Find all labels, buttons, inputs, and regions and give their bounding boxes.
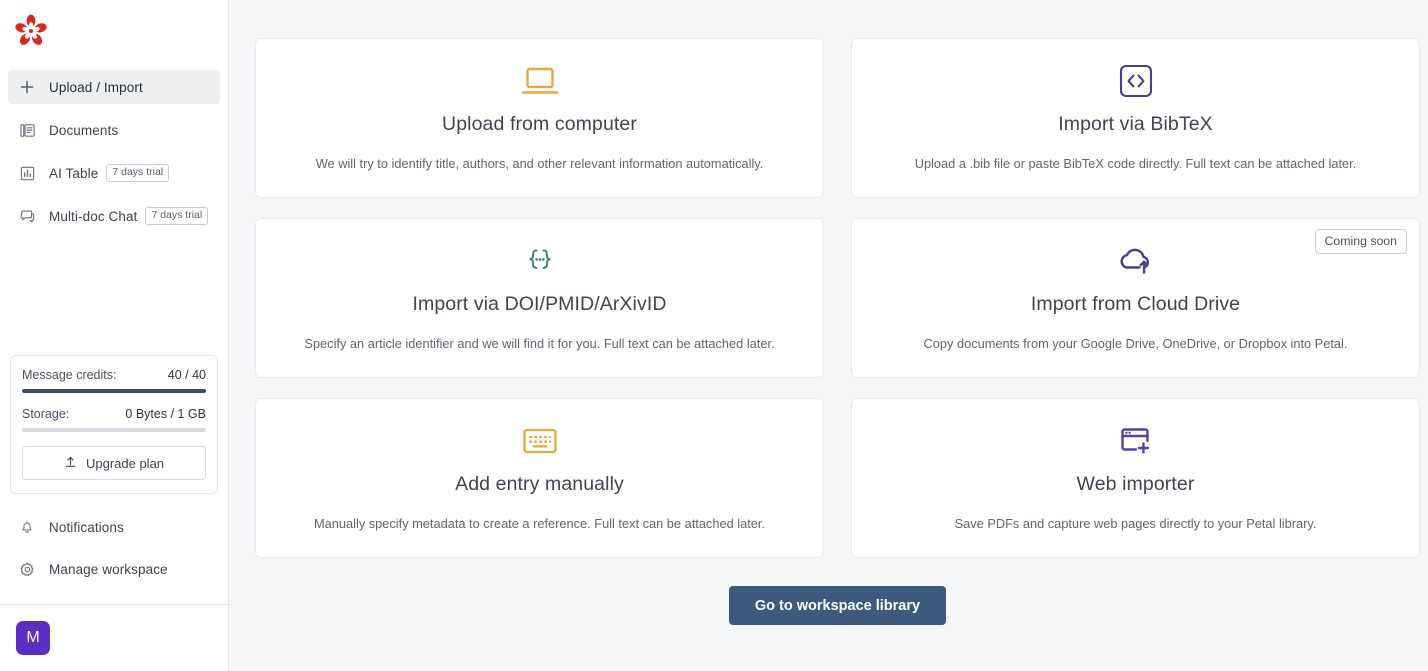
sidebar-item-label: Manage workspace (49, 562, 168, 577)
avatar[interactable]: M (16, 621, 50, 655)
sidebar-item-upload-import[interactable]: Upload / Import (8, 70, 220, 104)
sidebar-item-label: Multi-doc Chat (49, 209, 137, 224)
upload-arrow-icon (64, 455, 77, 471)
card-description: Upload a .bib file or paste BibTeX code … (899, 156, 1373, 171)
card-title: Import via DOI/PMID/ArXivID (412, 293, 666, 316)
sidebar-bottom-links: Notifications Manage workspace (0, 494, 228, 604)
card-description: Manually specify metadata to create a re… (298, 516, 781, 531)
sidebar: Upload / Import Documents (0, 0, 229, 671)
card-add-entry-manually[interactable]: Add entry manually Manually specify meta… (255, 398, 824, 558)
upgrade-plan-label: Upgrade plan (86, 456, 164, 471)
sidebar-item-label: Notifications (49, 520, 124, 535)
card-description: Save PDFs and capture web pages directly… (939, 516, 1333, 531)
card-title: Import from Cloud Drive (1031, 293, 1240, 316)
sidebar-item-documents[interactable]: Documents (8, 113, 220, 147)
usage-card: Message credits: 40 / 40 Storage: 0 Byte… (10, 355, 218, 494)
sidebar-item-multi-doc-chat[interactable]: Multi-doc Chat 7 days trial (8, 199, 220, 233)
petal-flower-logo-icon (14, 14, 48, 48)
coming-soon-badge: Coming soon (1315, 229, 1407, 254)
sidebar-item-label: Documents (49, 123, 118, 138)
sidebar-nav: Upload / Import Documents (0, 70, 228, 242)
card-title: Web importer (1077, 473, 1195, 496)
bar-chart-box-icon (18, 164, 36, 182)
browser-window-plus-icon (1117, 421, 1155, 461)
storage-row: Storage: 0 Bytes / 1 GB (22, 407, 206, 421)
trial-badge: 7 days trial (106, 164, 169, 182)
message-credits-progress (22, 389, 206, 393)
message-credits-progress-fill (22, 389, 206, 393)
laptop-icon (520, 61, 560, 101)
card-description: We will try to identify title, authors, … (300, 156, 780, 171)
cta-container: Go to workspace library (255, 586, 1420, 625)
sidebar-spacer (0, 242, 228, 355)
bell-icon (18, 518, 36, 536)
storage-progress (22, 428, 206, 432)
app-logo[interactable] (0, 0, 228, 62)
code-brackets-box-icon (1117, 61, 1155, 101)
storage-label: Storage: (22, 407, 69, 421)
card-title: Import via BibTeX (1058, 113, 1213, 136)
sidebar-footer: M (0, 604, 228, 671)
sidebar-item-ai-table[interactable]: AI Table 7 days trial (8, 156, 220, 190)
trial-badge: 7 days trial (145, 207, 208, 225)
chat-bubbles-icon (18, 207, 36, 225)
go-to-workspace-library-button[interactable]: Go to workspace library (729, 586, 946, 625)
plus-icon (18, 78, 36, 96)
app-root: Upload / Import Documents (0, 0, 1428, 671)
keyboard-icon (522, 421, 558, 461)
card-web-importer[interactable]: Web importer Save PDFs and capture web p… (851, 398, 1420, 558)
message-credits-row: Message credits: 40 / 40 (22, 368, 206, 382)
message-credits-value: 40 / 40 (168, 368, 206, 382)
curly-braces-ellipsis-icon (522, 241, 558, 281)
card-import-via-bibtex[interactable]: Import via BibTeX Upload a .bib file or … (851, 38, 1420, 198)
message-credits-label: Message credits: (22, 368, 116, 382)
storage-value: 0 Bytes / 1 GB (125, 407, 206, 421)
card-import-via-doi[interactable]: Import via DOI/PMID/ArXivID Specify an a… (255, 218, 824, 378)
main-content: Upload from computer We will try to iden… (229, 0, 1428, 671)
import-options-grid: Upload from computer We will try to iden… (255, 38, 1420, 558)
gear-icon (18, 560, 36, 578)
card-description: Specify an article identifier and we wil… (288, 336, 790, 351)
cloud-upload-icon (1115, 241, 1157, 281)
documents-icon (18, 121, 36, 139)
card-description: Copy documents from your Google Drive, O… (908, 336, 1364, 351)
sidebar-item-label: Upload / Import (49, 80, 143, 95)
upgrade-plan-button[interactable]: Upgrade plan (22, 446, 206, 480)
card-title: Add entry manually (455, 473, 624, 496)
sidebar-item-manage-workspace[interactable]: Manage workspace (8, 552, 220, 586)
card-import-from-cloud-drive[interactable]: Coming soon Import from Cloud Drive Copy… (851, 218, 1420, 378)
sidebar-item-notifications[interactable]: Notifications (8, 510, 220, 544)
card-title: Upload from computer (442, 113, 637, 136)
sidebar-item-label: AI Table (49, 166, 98, 181)
card-upload-from-computer[interactable]: Upload from computer We will try to iden… (255, 38, 824, 198)
